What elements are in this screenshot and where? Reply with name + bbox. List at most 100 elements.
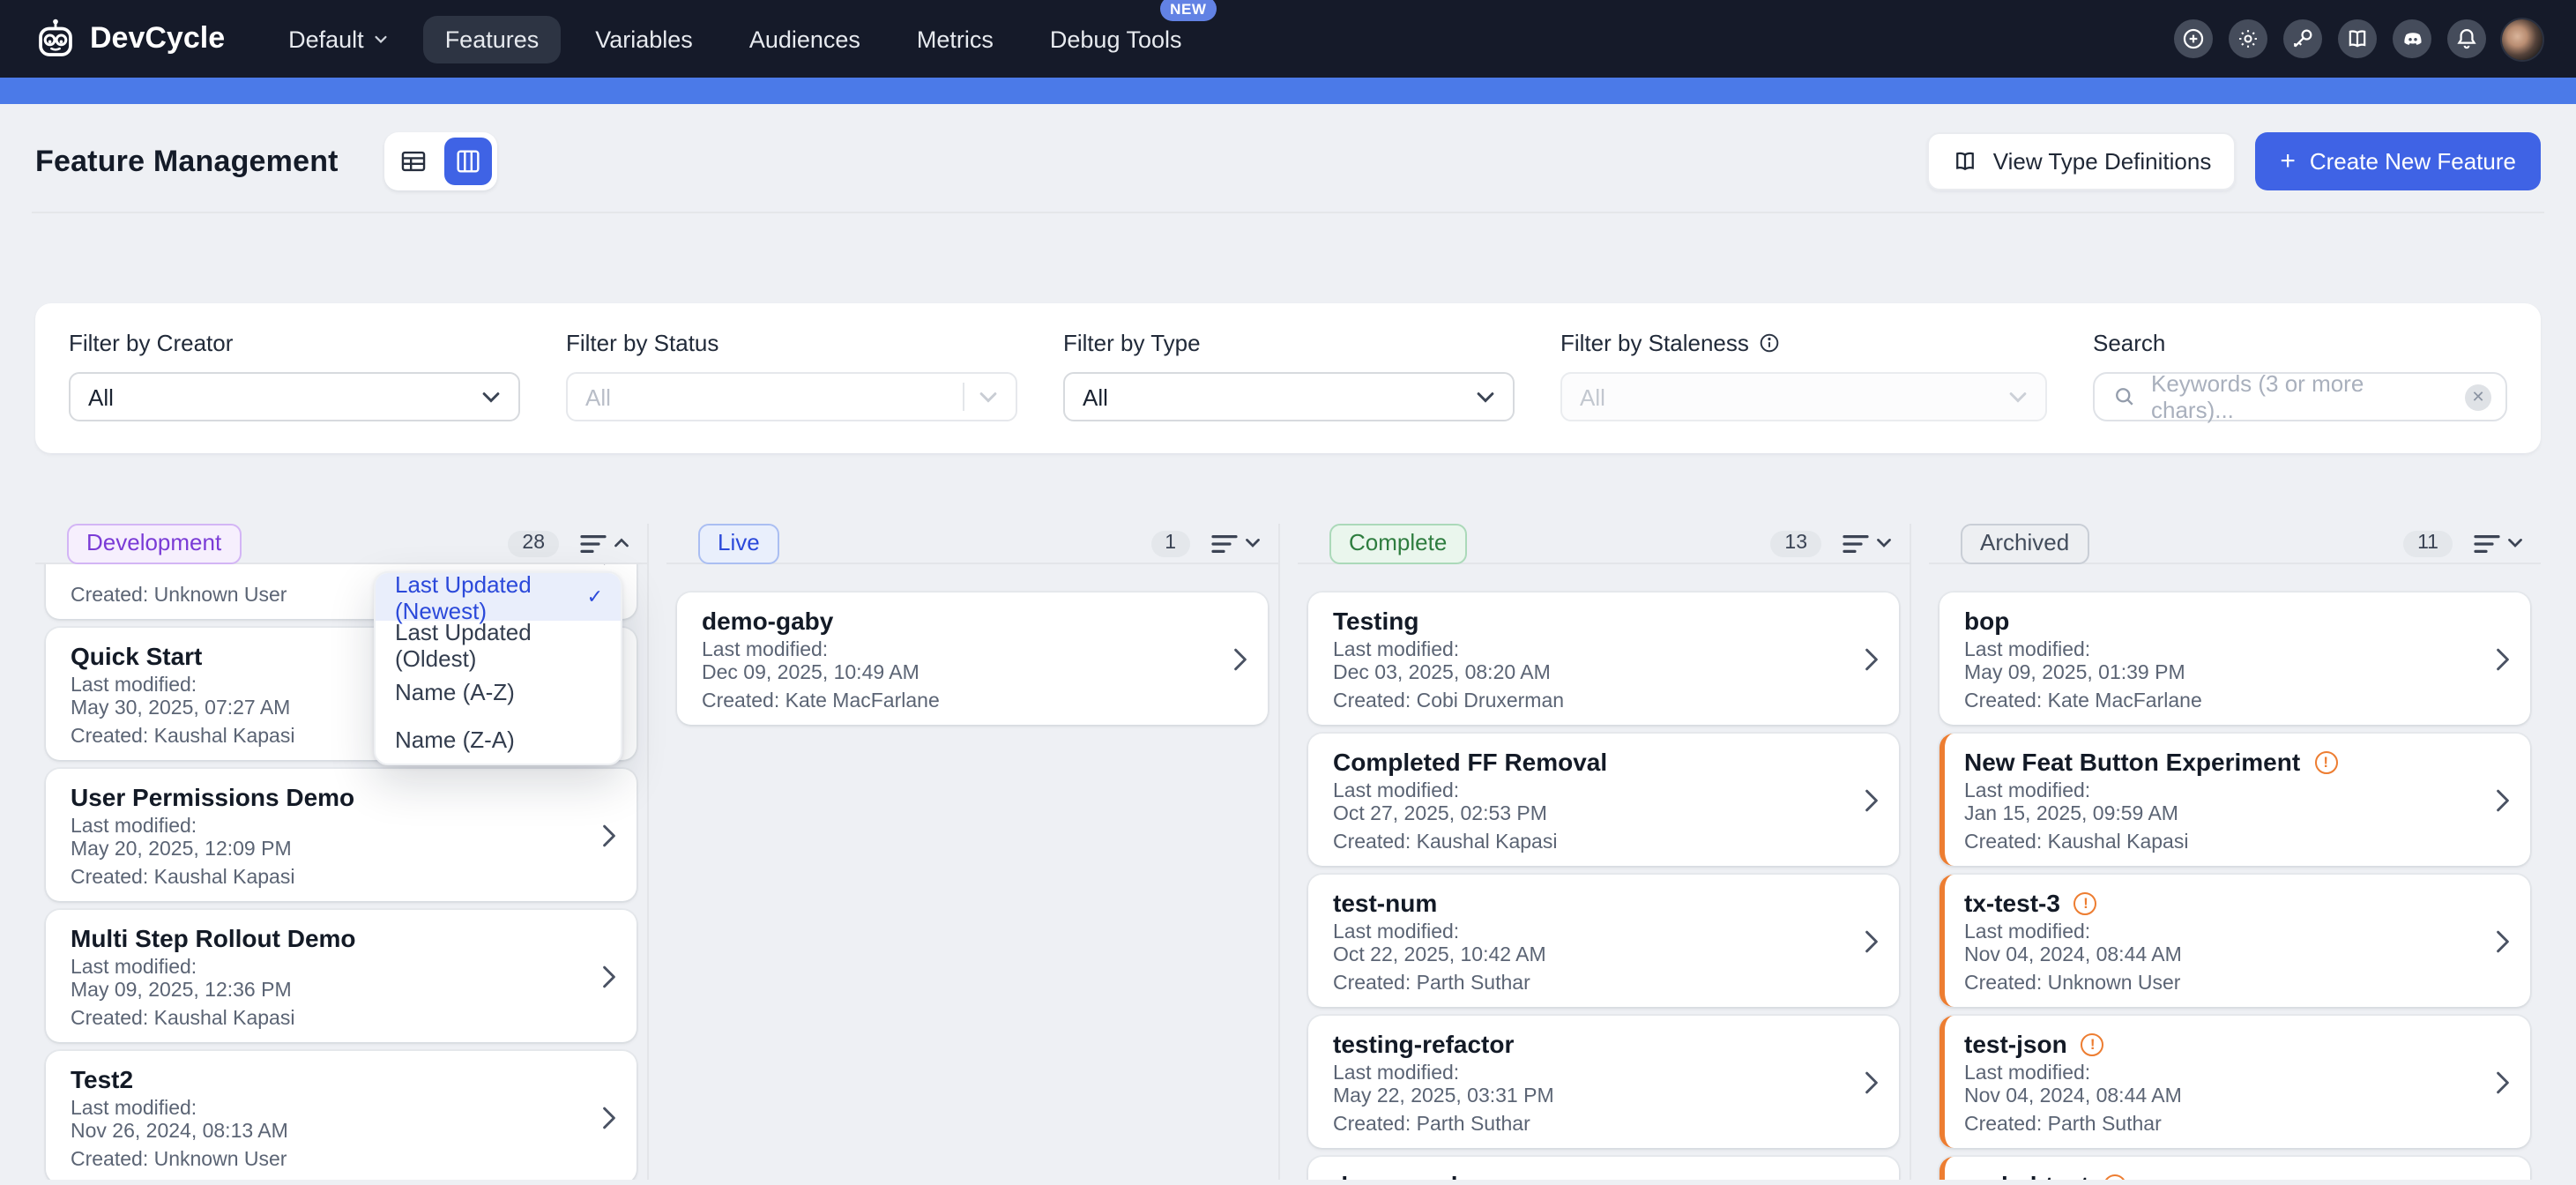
stale-warning-icon: ! [2081, 1032, 2104, 1055]
board-view-button[interactable] [444, 138, 492, 185]
sort-option-last-updated-newest[interactable]: Last Updated (Newest)✓ [376, 573, 621, 621]
project-selector[interactable]: Default [267, 15, 410, 63]
sort-option-name-a-z[interactable]: Name (A-Z) [376, 668, 621, 716]
last-modified-label: Last modified: [1333, 781, 1846, 804]
created-by: Created: Unknown User [71, 1150, 584, 1173]
chevron-right-icon[interactable] [601, 963, 617, 989]
chevron-down-icon [2507, 538, 2523, 548]
column-sort-button[interactable] [1839, 530, 1895, 556]
user-avatar[interactable] [2502, 19, 2542, 59]
discord-icon-button[interactable] [2393, 19, 2431, 58]
bell-icon-button[interactable] [2447, 19, 2486, 58]
nav-item-features[interactable]: Features [424, 15, 561, 63]
feature-card-tx-test-3[interactable]: tx-test-3!Last modified:Nov 04, 2024, 08… [1939, 875, 2530, 1007]
card-title-row: User Permissions Demo [71, 781, 584, 816]
search-clear-button[interactable]: ✕ [2465, 384, 2491, 410]
card-title-row: test-json! [1964, 1028, 2477, 1063]
card-title-row: demo-paul [1333, 1169, 1846, 1180]
filter-status-label: Filter by Status [566, 330, 1017, 356]
feature-card-completed-ff-removal[interactable]: Completed FF RemovalLast modified:Oct 27… [1308, 734, 1899, 866]
chevron-right-icon[interactable] [2495, 645, 2511, 672]
column-sort-button[interactable] [577, 530, 633, 556]
nav-item-audiences[interactable]: Audiences [728, 15, 882, 63]
create-new-feature-button[interactable]: + Create New Feature [2255, 132, 2541, 190]
chevron-down-icon [1245, 538, 1261, 548]
last-modified-label: Last modified: [1964, 781, 2477, 804]
key-icon [2290, 26, 2315, 51]
feature-card-test2[interactable]: Test2Last modified:Nov 26, 2024, 08:13 A… [46, 1051, 637, 1180]
filter-creator-value: All [88, 384, 481, 410]
status-badge-live: Live [698, 523, 779, 563]
nav-item-debug-tools[interactable]: Debug ToolsNEW [1029, 15, 1203, 63]
sort-option-last-updated-oldest[interactable]: Last Updated (Oldest) [376, 621, 621, 668]
top-navbar: DevCycle Default Features Variables Audienc… [0, 0, 2576, 78]
feature-card-test-json[interactable]: test-json!Last modified:Nov 04, 2024, 08… [1939, 1016, 2530, 1148]
nav-item-variables[interactable]: Variables [574, 15, 714, 63]
chevron-right-icon[interactable] [601, 564, 617, 566]
info-icon[interactable] [1758, 332, 1781, 354]
sort-option-name-z-a[interactable]: Name (Z-A) [376, 716, 621, 764]
chevron-right-icon[interactable] [1232, 645, 1248, 672]
column-sort-button[interactable] [1208, 530, 1264, 556]
filter-type-value: All [1083, 384, 1476, 410]
search-input[interactable]: Keywords (3 or more chars)... ✕ [2093, 372, 2507, 421]
feature-card-testing[interactable]: TestingLast modified:Dec 03, 2025, 08:20… [1308, 592, 1899, 725]
feature-title: Test2 [71, 1063, 133, 1095]
feature-card-bop[interactable]: bopLast modified:May 09, 2025, 01:39 PMC… [1939, 592, 2530, 725]
nav-item-metrics[interactable]: Metrics [896, 15, 1015, 63]
nav-item-label: Metrics [917, 26, 994, 52]
column-sort-button[interactable] [2470, 530, 2527, 556]
plus-icon: + [2280, 145, 2296, 175]
feature-card-user-permissions-demo[interactable]: User Permissions DemoLast modified:May 2… [46, 769, 637, 901]
list-view-button[interactable] [390, 138, 437, 185]
last-modified-label: Last modified: [1964, 1063, 2477, 1086]
feature-card-new-feat-button-experiment[interactable]: New Feat Button Experiment!Last modified… [1939, 734, 2530, 866]
chevron-right-icon[interactable] [1864, 1069, 1880, 1095]
filter-type-select[interactable]: All [1063, 372, 1515, 421]
last-modified-date: Nov 04, 2024, 08:44 AM [1964, 1086, 2477, 1109]
discord-icon [2399, 26, 2425, 52]
feature-card-multi-step-rollout-demo[interactable]: Multi Step Rollout DemoLast modified:May… [46, 910, 637, 1042]
chevron-right-icon[interactable] [2495, 928, 2511, 954]
book-icon [2345, 26, 2370, 51]
gear-icon-button[interactable] [2229, 19, 2267, 58]
filter-type-label: Filter by Type [1063, 330, 1515, 356]
brand-logo[interactable]: DevCycle [34, 17, 225, 61]
last-modified-label: Last modified: [1333, 640, 1846, 663]
feature-card-demo-paul[interactable]: demo-paulLast modified: [1308, 1157, 1899, 1180]
status-badge-archived: Archived [1961, 523, 2088, 563]
nav-item-label: Debug Tools [1050, 26, 1182, 52]
last-modified-date: Jan 15, 2025, 09:59 AM [1964, 804, 2477, 827]
feature-title: testing-refactor [1333, 1028, 1514, 1060]
chevron-right-icon[interactable] [601, 822, 617, 848]
last-modified-label: Last modified: [71, 958, 584, 980]
feature-card-test-num[interactable]: test-numLast modified:Oct 22, 2025, 10:4… [1308, 875, 1899, 1007]
filter-status-select[interactable]: All [566, 372, 1017, 421]
feature-title: demo-gaby [702, 605, 833, 637]
key-icon-button[interactable] [2283, 19, 2322, 58]
chevron-up-icon [614, 538, 629, 548]
column-header: Live1 [666, 524, 1278, 564]
card-title-row: tx-test-3! [1964, 887, 2477, 922]
feature-card-demo-gaby[interactable]: demo-gabyLast modified:Dec 09, 2025, 10:… [677, 592, 1268, 725]
chevron-right-icon[interactable] [1864, 645, 1880, 672]
filter-staleness-select[interactable]: All [1560, 372, 2047, 421]
feature-card-testing-refactor[interactable]: testing-refactorLast modified:May 22, 20… [1308, 1016, 1899, 1148]
chevron-right-icon[interactable] [1864, 786, 1880, 813]
last-modified-date: May 20, 2025, 12:09 PM [71, 839, 584, 862]
feature-card-rachel-test[interactable]: rachel-test!Last modified: [1939, 1157, 2530, 1180]
filter-staleness-label-text: Filter by Staleness [1560, 330, 1749, 356]
chevron-right-icon[interactable] [2495, 1069, 2511, 1095]
filter-creator-select[interactable]: All [69, 372, 520, 421]
chevron-right-icon[interactable] [1864, 928, 1880, 954]
created-by: Created: Unknown User [1964, 973, 2477, 996]
plus-circle-icon-button[interactable] [2174, 19, 2213, 58]
feature-title: User Permissions Demo [71, 781, 354, 813]
sort-lines-icon [1843, 533, 1869, 553]
last-modified-date: Oct 22, 2025, 10:42 AM [1333, 945, 1846, 968]
view-type-definitions-button[interactable]: View Type Definitions [1928, 132, 2237, 190]
chevron-right-icon[interactable] [2495, 786, 2511, 813]
feature-title: bop [1964, 605, 2009, 637]
chevron-right-icon[interactable] [601, 1104, 617, 1130]
book-icon-button[interactable] [2338, 19, 2377, 58]
